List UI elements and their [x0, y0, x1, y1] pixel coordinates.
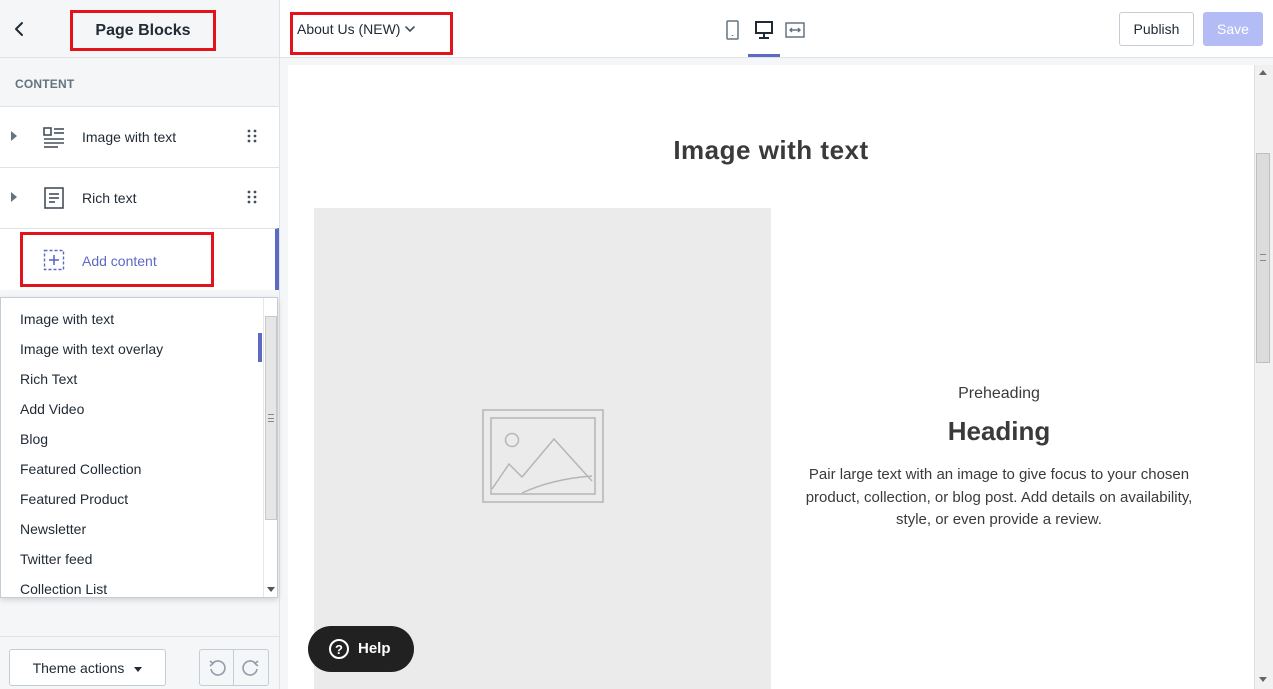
scroll-grip-icon [1260, 254, 1266, 261]
add-section-icon [43, 249, 65, 271]
expand-caret-icon[interactable] [11, 131, 17, 141]
menu-item-featured-product[interactable]: Featured Product [20, 491, 128, 507]
image-with-text-icon [43, 127, 64, 148]
sidebar-header: Page Blocks [0, 0, 279, 58]
scroll-down-arrow-icon[interactable] [267, 587, 275, 592]
menu-item-blog[interactable]: Blog [20, 431, 48, 447]
redo-icon [242, 660, 259, 676]
chevron-down-icon [405, 26, 415, 33]
block-label: Rich text [82, 190, 137, 206]
image-placeholder-icon [482, 409, 604, 503]
undo-icon [209, 660, 226, 676]
menu-active-indicator [258, 333, 262, 362]
editor-topbar: About Us (NEW) Publish Save [280, 0, 1273, 58]
body-text: Pair large text with an image to give fo… [805, 466, 1193, 528]
menu-item-twitter-feed[interactable]: Twitter feed [20, 551, 92, 567]
caret-down-icon [134, 666, 143, 672]
scroll-grip-icon [268, 414, 274, 422]
text-column: Preheading Heading Pair large text with … [771, 208, 1227, 689]
menu-item-featured-collection[interactable]: Featured Collection [20, 461, 141, 477]
drag-handle-icon[interactable] [247, 128, 257, 144]
menu-item-rich-text[interactable]: Rich Text [20, 371, 77, 387]
sidebar-footer: Theme actions [0, 636, 279, 689]
help-button[interactable]: ? Help [308, 626, 414, 672]
content-type-menu: Image with text Image with text overlay … [0, 297, 278, 598]
scroll-down-arrow-icon[interactable] [1259, 677, 1267, 682]
theme-editor-sidebar: Page Blocks CONTENT Image with text Rich… [0, 0, 280, 689]
menu-item-newsletter[interactable]: Newsletter [20, 521, 86, 537]
redo-button[interactable] [233, 649, 269, 686]
page-selector-dropdown[interactable]: About Us (NEW) [290, 12, 453, 55]
menu-item-add-video[interactable]: Add Video [20, 401, 84, 417]
back-button[interactable] [8, 18, 30, 40]
theme-actions-label: Theme actions [32, 659, 125, 676]
full-width-view-icon[interactable] [785, 20, 805, 40]
block-image-with-text[interactable]: Image with text [0, 106, 279, 167]
block-label: Image with text [82, 129, 177, 145]
desktop-view-icon[interactable] [754, 20, 774, 40]
theme-actions-button[interactable]: Theme actions [9, 649, 166, 686]
save-button[interactable]: Save [1203, 12, 1263, 46]
heading: Heading [947, 416, 1051, 446]
menu-item-image-with-text[interactable]: Image with text [20, 311, 114, 327]
section-title: Image with text [673, 135, 869, 165]
page-selector-label: About Us (NEW) [297, 21, 401, 37]
sidebar-title: Page Blocks [70, 10, 216, 51]
add-content-label: Add content [82, 253, 157, 269]
publish-button[interactable]: Publish [1119, 12, 1194, 46]
image-placeholder[interactable] [314, 208, 771, 689]
store-preview: Image with text Preheading Heading Pair … [288, 65, 1273, 689]
chevron-left-icon [15, 22, 23, 36]
mobile-view-icon[interactable] [724, 20, 741, 40]
question-icon: ? [329, 639, 349, 659]
menu-item-collection-list[interactable]: Collection List [20, 581, 107, 597]
active-device-indicator [748, 54, 780, 57]
rich-text-icon [44, 187, 64, 209]
scroll-up-arrow-icon[interactable] [1259, 70, 1267, 75]
block-rich-text[interactable]: Rich text [0, 167, 279, 228]
content-section-label: CONTENT [15, 77, 75, 91]
help-label: Help [358, 640, 391, 657]
preheading: Preheading [958, 385, 1040, 402]
menu-item-image-with-text-overlay[interactable]: Image with text overlay [20, 341, 163, 357]
add-content-button[interactable]: Add content [0, 228, 279, 290]
expand-caret-icon[interactable] [11, 192, 17, 202]
drag-handle-icon[interactable] [247, 189, 257, 205]
undo-button[interactable] [199, 649, 234, 686]
